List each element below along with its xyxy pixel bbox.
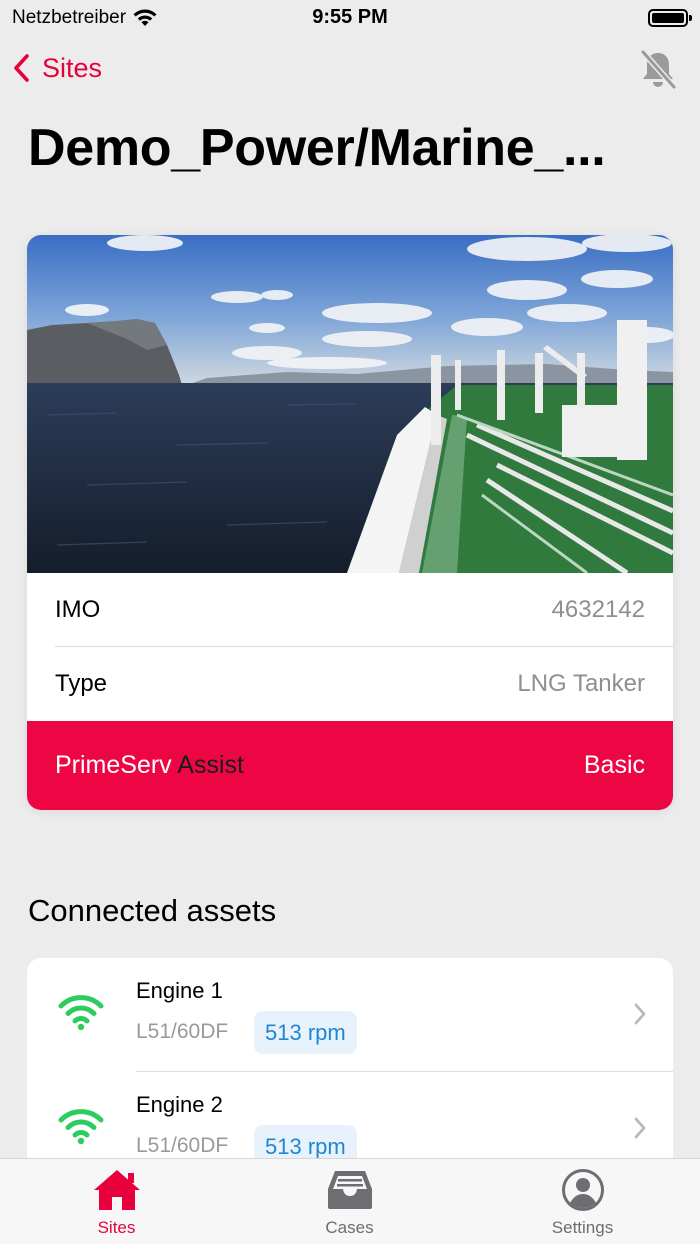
asset-name: Engine 2 — [136, 1092, 223, 1117]
back-button[interactable]: Sites — [12, 52, 102, 84]
notifications-button[interactable] — [636, 48, 680, 92]
person-circle-icon — [561, 1169, 604, 1211]
rpm-badge: 513 rpm — [254, 1011, 357, 1054]
site-photo — [27, 235, 673, 573]
type-row: Type LNG Tanker — [27, 647, 673, 721]
imo-label: IMO — [55, 595, 101, 623]
plan-brand: PrimeServ — [55, 751, 172, 779]
service-plan-row[interactable]: PrimeServ Assist Basic — [27, 721, 673, 810]
chevron-left-icon — [14, 54, 29, 82]
back-label: Sites — [42, 52, 103, 83]
service-plan-name: PrimeServ Assist — [55, 751, 244, 780]
status-bar: Netzbetreiber 9:55 PM — [0, 0, 700, 36]
connected-assets-title: Connected assets — [28, 893, 277, 928]
asset-model: L51/60DF — [136, 1134, 229, 1157]
chevron-right-icon — [634, 1003, 646, 1025]
navigation-bar: Sites — [0, 48, 700, 94]
bell-slash-icon — [640, 50, 677, 89]
tray-icon — [327, 1171, 372, 1209]
plan-product: Assist — [177, 751, 244, 779]
tab-sites[interactable]: Sites — [0, 1159, 233, 1244]
tab-bar: Sites Cases Settings — [0, 1158, 700, 1244]
wifi-icon — [58, 995, 104, 1031]
asset-name: Engine 1 — [136, 978, 223, 1003]
tab-cases[interactable]: Cases — [233, 1159, 466, 1244]
wifi-icon — [58, 1109, 104, 1145]
clock: 9:55 PM — [312, 6, 388, 28]
tab-label: Cases — [325, 1218, 374, 1237]
type-label: Type — [55, 670, 108, 697]
tab-label: Sites — [97, 1218, 136, 1237]
connected-assets-list: Engine 1 L51/60DF 513 rpm Engine 2 L51/6… — [27, 958, 673, 1188]
page-title: Demo_Power/Marine_... — [28, 119, 606, 177]
imo-row: IMO 4632142 — [55, 573, 673, 647]
chevron-right-icon — [634, 1117, 646, 1139]
service-plan-level: Basic — [583, 751, 645, 779]
tab-label: Settings — [551, 1218, 614, 1237]
imo-value: 4632142 — [551, 595, 645, 623]
house-icon — [93, 1170, 140, 1210]
type-value: LNG Tanker — [517, 670, 645, 697]
tab-settings[interactable]: Settings — [466, 1159, 699, 1244]
site-card: IMO 4632142 Type LNG Tanker PrimeServ As… — [27, 235, 673, 810]
asset-model: L51/60DF — [136, 1020, 229, 1043]
list-item-engine-1[interactable]: Engine 1 L51/60DF 513 rpm — [27, 958, 673, 1072]
battery-icon — [648, 9, 692, 27]
